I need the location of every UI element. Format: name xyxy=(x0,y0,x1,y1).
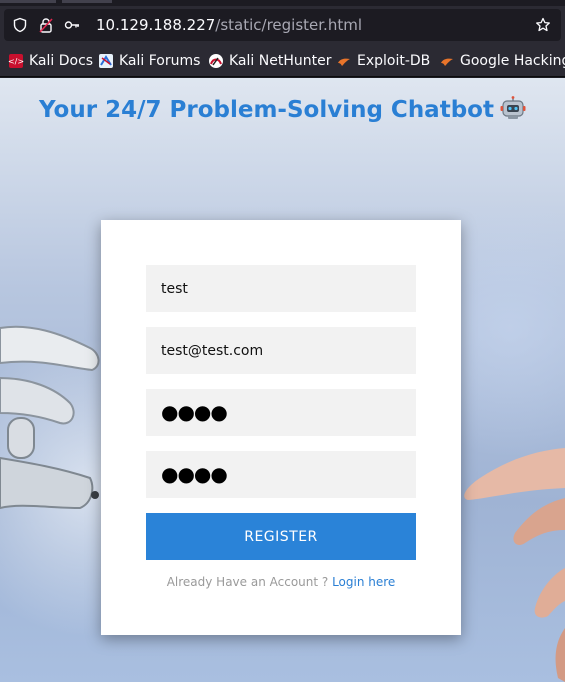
bookmark-exploit-db[interactable]: Exploit-DB xyxy=(336,52,430,70)
address-bar[interactable]: 10.129.188.227/static/register.html xyxy=(4,9,561,41)
bookmark-kali-nethunter[interactable]: Kali NetHunter xyxy=(208,52,331,70)
robot-icon xyxy=(500,96,526,119)
email-field[interactable] xyxy=(146,327,416,374)
login-link[interactable]: Login here xyxy=(332,575,395,589)
tab-edge xyxy=(0,0,56,3)
bookmark-google-hacking[interactable]: Google Hacking xyxy=(439,52,565,70)
register-form: ●●●● ●●●● REGISTER Already Have an Accou… xyxy=(101,220,461,635)
bookmark-label: Kali Forums xyxy=(119,53,201,69)
kali-forums-icon xyxy=(99,54,113,68)
bookmark-label: Kali Docs xyxy=(29,53,94,69)
bookmark-star-icon[interactable] xyxy=(535,17,551,33)
kali-docs-icon: </> xyxy=(8,54,24,68)
login-prompt-text: Already Have an Account ? xyxy=(166,575,333,589)
page-title-text: Your 24/7 Problem-Solving Chatbot xyxy=(39,97,494,123)
login-prompt: Already Have an Account ? Login here xyxy=(101,575,461,589)
shield-icon[interactable] xyxy=(12,17,28,33)
page-background: Your 24/7 Problem-Solving Chatbot ●●●● ●… xyxy=(0,78,565,682)
url-host: 10.129.188.227 xyxy=(96,16,216,34)
kali-nethunter-icon xyxy=(209,54,223,68)
page-title: Your 24/7 Problem-Solving Chatbot xyxy=(0,96,565,123)
tab-edge xyxy=(62,0,112,3)
bookmark-kali-docs[interactable]: </> Kali Docs xyxy=(8,52,93,70)
url-path: /static/register.html xyxy=(215,16,362,34)
confirm-password-field[interactable] xyxy=(146,451,416,498)
bookmark-kali-forums[interactable]: Kali Forums xyxy=(98,52,200,70)
bookmarks-toolbar: </> Kali Docs Kali Forums Kali NetHunter… xyxy=(0,44,565,77)
url-text[interactable]: 10.129.188.227/static/register.html xyxy=(96,16,362,34)
insecure-lock-icon[interactable] xyxy=(38,17,54,33)
google-hacking-icon xyxy=(441,58,453,66)
navigation-bar: 10.129.188.227/static/register.html xyxy=(0,6,565,44)
register-button[interactable]: REGISTER xyxy=(146,513,416,560)
username-field[interactable] xyxy=(146,265,416,312)
exploit-db-icon xyxy=(338,58,350,66)
svg-text:</>: </> xyxy=(8,57,24,66)
key-icon[interactable] xyxy=(64,17,80,33)
bookmark-label: Exploit-DB xyxy=(357,53,431,69)
bookmark-label: Kali NetHunter xyxy=(229,53,332,69)
bookmark-label: Google Hacking xyxy=(460,53,565,69)
password-field[interactable] xyxy=(146,389,416,436)
